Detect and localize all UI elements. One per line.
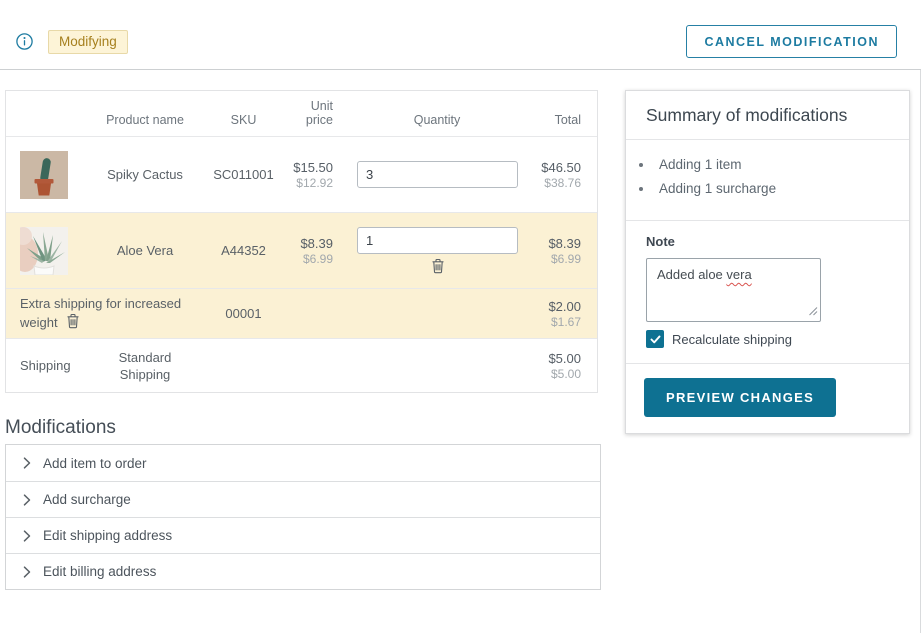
quantity-input-spiky-cactus[interactable] <box>357 161 518 188</box>
product-sku: A44352 <box>206 243 281 258</box>
product-image-spiky-cactus <box>6 151 84 199</box>
remove-aloe-vera-button[interactable] <box>431 258 445 274</box>
surcharge-name: Extra shipping for increased weight <box>20 296 181 330</box>
unit-price: $8.39 <box>281 235 333 252</box>
accordion-label: Edit shipping address <box>43 528 172 543</box>
shipping-method-cell: Standard Shipping <box>84 349 206 383</box>
unit-price: $15.50 <box>281 159 333 176</box>
summary-of-modifications-panel: Summary of modifications Adding 1 item A… <box>625 90 910 434</box>
chevron-right-icon <box>23 530 31 542</box>
total: $2.00 <box>536 298 581 315</box>
recalculate-shipping-label[interactable]: Recalculate shipping <box>672 332 792 347</box>
product-name: Spiky Cactus <box>84 167 206 182</box>
checkmark-icon <box>650 335 661 344</box>
note-section: Note Added aloe vera Recalculate shippin… <box>626 221 909 364</box>
topbar: Modifying CANCEL MODIFICATION <box>0 0 921 70</box>
trash-icon <box>66 313 80 329</box>
chevron-right-icon <box>23 566 31 578</box>
summary-panel-title: Summary of modifications <box>626 91 909 140</box>
table-row-aloe-vera: Aloe Vera A44352 $8.39 $6.99 $8.39 <box>6 212 597 288</box>
accordion-label: Add surcharge <box>43 492 131 507</box>
header-sku: SKU <box>206 113 281 127</box>
shipping-label: Shipping <box>6 358 84 373</box>
note-text: Added aloe <box>657 267 726 282</box>
accordion-edit-billing-address[interactable]: Edit billing address <box>6 553 600 589</box>
total-cell: $2.00 $1.67 <box>536 298 597 330</box>
window-edge-divider <box>920 0 921 633</box>
resize-handle-icon[interactable] <box>808 304 818 319</box>
status-badge: Modifying <box>48 30 128 54</box>
unit-price-cell: $8.39 $6.99 <box>281 235 338 267</box>
total: $5.00 <box>536 350 581 367</box>
total-secondary: $1.67 <box>536 315 581 330</box>
accordion-label: Add item to order <box>43 456 147 471</box>
quantity-cell <box>338 227 536 274</box>
table-row-spiky-cactus: Spiky Cactus SC011001 $15.50 $12.92 $46.… <box>6 136 597 212</box>
summary-item: Adding 1 item <box>654 157 889 172</box>
unit-price-secondary: $12.92 <box>281 176 333 191</box>
accordion-add-item-to-order[interactable]: Add item to order <box>6 445 600 481</box>
summary-item: Adding 1 surcharge <box>654 181 889 196</box>
cactus-photo <box>20 151 68 199</box>
chevron-right-icon <box>23 494 31 506</box>
info-icon[interactable] <box>16 33 33 50</box>
product-name: Aloe Vera <box>84 243 206 258</box>
order-modification-page: Modifying CANCEL MODIFICATION Product na… <box>0 0 923 633</box>
summary-panel-footer: PREVIEW CHANGES <box>626 364 909 433</box>
note-label: Note <box>646 234 889 249</box>
product-image-aloe-vera <box>6 227 84 275</box>
table-row-shipping: Shipping Standard Shipping $5.00 $5.00 <box>6 338 597 392</box>
accordion-label: Edit billing address <box>43 564 156 579</box>
aloe-photo <box>20 227 68 275</box>
chevron-right-icon <box>23 457 31 469</box>
unit-price-cell: $15.50 $12.92 <box>281 159 338 191</box>
unit-price-secondary: $6.99 <box>281 252 333 267</box>
header-unit-price: Unit price <box>281 99 338 127</box>
recalculate-shipping-row: Recalculate shipping <box>646 330 889 348</box>
accordion-edit-shipping-address[interactable]: Edit shipping address <box>6 517 600 553</box>
trash-icon <box>431 258 445 274</box>
remove-surcharge-button[interactable] <box>66 313 80 329</box>
total-cell: $5.00 $5.00 <box>536 350 597 382</box>
order-table: Product name SKU Unit price Quantity Tot… <box>5 90 598 393</box>
note-textarea[interactable]: Added aloe vera <box>646 258 821 322</box>
surcharge-sku: 00001 <box>206 306 281 321</box>
note-misspelled-word: vera <box>726 267 751 282</box>
preview-changes-button[interactable]: PREVIEW CHANGES <box>644 378 836 417</box>
total: $46.50 <box>536 159 581 176</box>
order-table-header: Product name SKU Unit price Quantity Tot… <box>6 91 597 136</box>
quantity-cell <box>338 161 536 188</box>
total-secondary: $5.00 <box>536 367 581 382</box>
table-row-surcharge: Extra shipping for increased weight 0000… <box>6 288 597 338</box>
product-sku: SC011001 <box>206 167 281 182</box>
total-secondary: $38.76 <box>536 176 581 191</box>
header-total: Total <box>536 113 597 127</box>
shipping-method: Standard Shipping <box>105 349 185 383</box>
total-cell: $8.39 $6.99 <box>536 235 597 267</box>
total-cell: $46.50 $38.76 <box>536 159 597 191</box>
recalculate-shipping-checkbox[interactable] <box>646 330 664 348</box>
quantity-input-aloe-vera[interactable] <box>357 227 518 254</box>
total: $8.39 <box>536 235 581 252</box>
modification-summary-list: Adding 1 item Adding 1 surcharge <box>626 140 909 221</box>
modifications-accordion: Add item to order Add surcharge Edit shi… <box>5 444 601 590</box>
modifications-title: Modifications <box>5 417 116 439</box>
cancel-modification-button[interactable]: CANCEL MODIFICATION <box>686 25 897 58</box>
accordion-add-surcharge[interactable]: Add surcharge <box>6 481 600 517</box>
header-product-name: Product name <box>84 113 206 127</box>
total-secondary: $6.99 <box>536 252 581 267</box>
surcharge-name-cell: Extra shipping for increased weight <box>6 295 206 332</box>
header-quantity: Quantity <box>338 113 536 127</box>
